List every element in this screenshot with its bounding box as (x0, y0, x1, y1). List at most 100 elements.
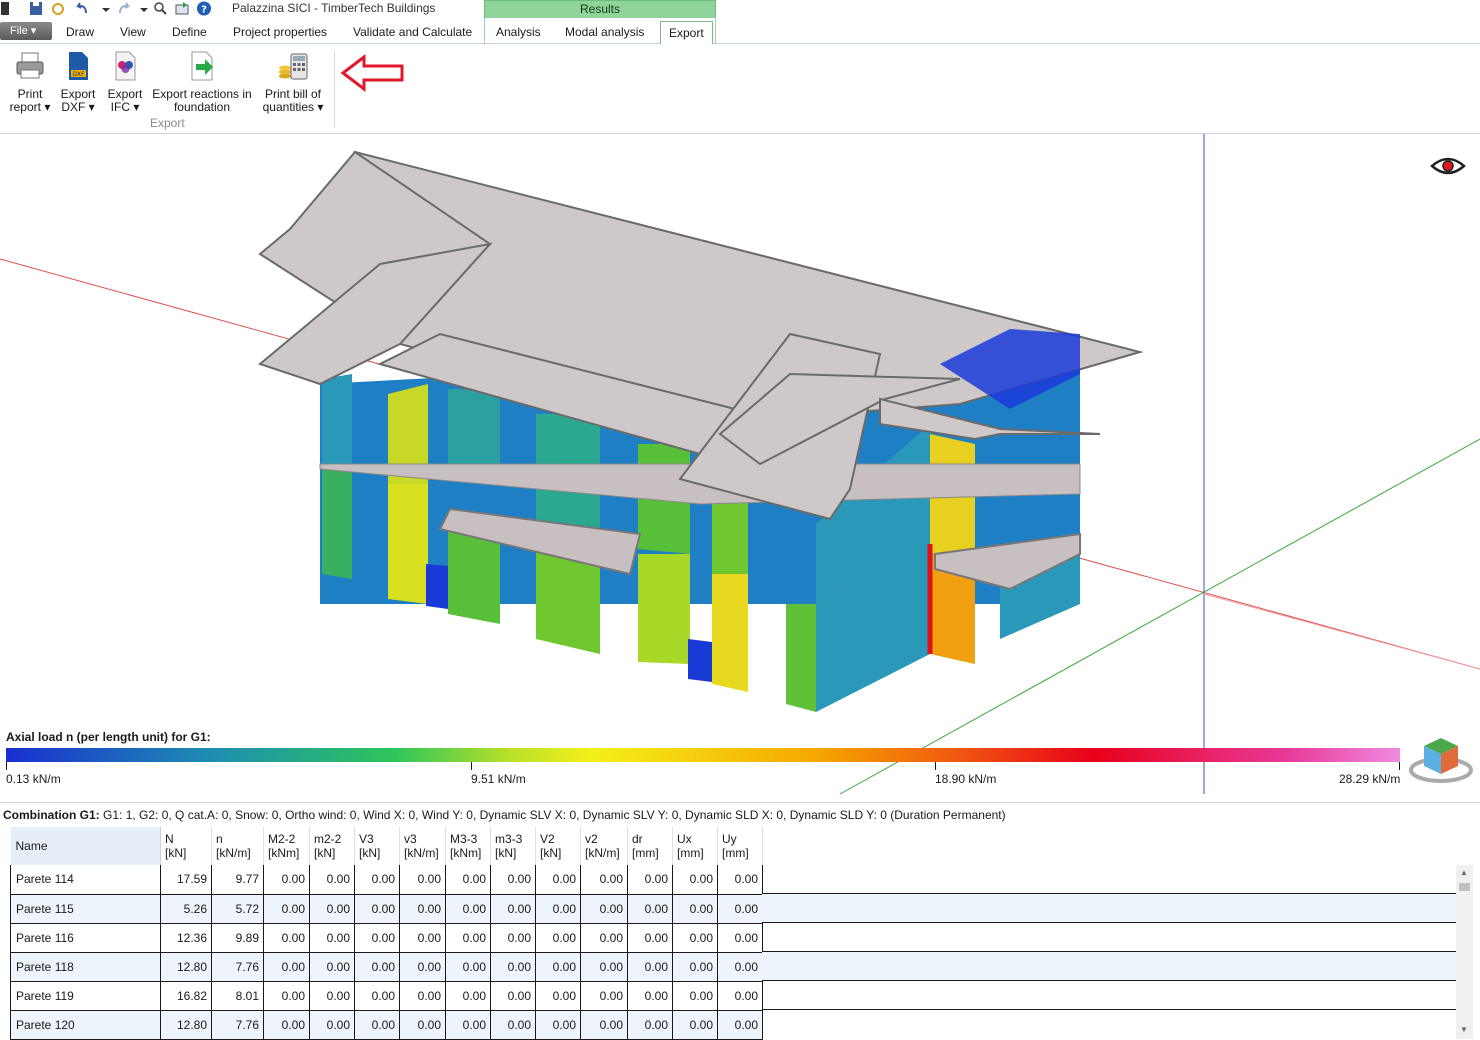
cell[interactable]: 0.00 (627, 1010, 673, 1040)
cell[interactable]: 0.00 (399, 894, 446, 924)
print-bill-of-quantities-button[interactable]: Print bill of quantities ▾ (260, 50, 326, 114)
column-header[interactable]: v2 [kN/m] (580, 827, 628, 865)
cell[interactable]: 0.00 (717, 1010, 763, 1040)
cell[interactable]: 7.76 (211, 952, 264, 982)
cell[interactable]: 0.00 (535, 952, 581, 982)
cell[interactable]: 0.00 (354, 1010, 400, 1040)
cell[interactable]: 5.72 (211, 894, 264, 924)
cell[interactable]: 0.00 (627, 952, 673, 982)
cell[interactable]: 16.82 (160, 981, 212, 1011)
cell[interactable]: 0.00 (627, 981, 673, 1011)
cell[interactable]: 0.00 (490, 952, 536, 982)
cell[interactable]: 0.00 (535, 865, 581, 895)
cell[interactable]: 0.00 (627, 865, 673, 895)
app-icon[interactable] (0, 1, 16, 16)
table-vertical-scrollbar[interactable]: ▲ ▼ (1456, 865, 1473, 1039)
cell[interactable]: 0.00 (399, 952, 446, 982)
cell-name[interactable]: Parete 116 (10, 923, 161, 953)
cell-name[interactable]: Parete 120 (10, 1010, 161, 1040)
cell[interactable]: 0.00 (490, 894, 536, 924)
cell[interactable]: 17.59 (160, 865, 212, 895)
cell[interactable]: 0.00 (445, 894, 491, 924)
zoom-icon[interactable] (152, 1, 168, 16)
column-header-name[interactable]: Name (10, 827, 161, 865)
refresh-icon[interactable] (50, 1, 66, 16)
cell[interactable]: 0.00 (580, 865, 628, 895)
cell[interactable]: 0.00 (263, 1010, 310, 1040)
cell[interactable]: 0.00 (399, 981, 446, 1011)
undo-icon[interactable] (74, 1, 90, 16)
cell[interactable]: 0.00 (354, 894, 400, 924)
cell[interactable]: 0.00 (672, 1010, 718, 1040)
cell[interactable]: 0.00 (627, 923, 673, 953)
tab-export[interactable]: Export (660, 21, 713, 45)
column-header[interactable]: dr [mm] (627, 827, 673, 865)
cell[interactable]: 0.00 (580, 1010, 628, 1040)
column-header[interactable]: N [kN] (160, 827, 212, 865)
cell[interactable]: 0.00 (354, 952, 400, 982)
view-cube-icon[interactable] (1408, 734, 1474, 784)
model-viewport[interactable]: Axial load n (per length unit) for G1: 0… (0, 134, 1480, 802)
cell[interactable]: 12.80 (160, 952, 212, 982)
cell[interactable]: 0.00 (445, 1010, 491, 1040)
cell-name[interactable]: Parete 118 (10, 952, 161, 982)
table-row[interactable]: Parete 115 5.26 5.72 0.00 0.00 0.00 0.00… (10, 894, 763, 924)
cell[interactable]: 9.89 (211, 923, 264, 953)
cell-name[interactable]: Parete 119 (10, 981, 161, 1011)
column-header[interactable]: v3 [kN/m] (399, 827, 446, 865)
scroll-up-icon[interactable]: ▲ (1460, 868, 1468, 877)
cell[interactable]: 0.00 (580, 952, 628, 982)
column-header[interactable]: m2-2 [kN] (309, 827, 355, 865)
export-dxf-button[interactable]: DXF Export DXF ▾ (58, 50, 98, 114)
column-header[interactable]: Uy [mm] (717, 827, 763, 865)
column-header[interactable]: M2-2 [kNm] (263, 827, 310, 865)
column-header[interactable]: n [kN/m] (211, 827, 264, 865)
cell[interactable]: 0.00 (445, 981, 491, 1011)
cell[interactable]: 0.00 (535, 1010, 581, 1040)
cell[interactable]: 0.00 (717, 952, 763, 982)
scroll-down-icon[interactable]: ▼ (1460, 1025, 1468, 1034)
cell[interactable]: 0.00 (717, 894, 763, 924)
cell[interactable]: 0.00 (580, 923, 628, 953)
cell[interactable]: 0.00 (309, 865, 355, 895)
cell[interactable]: 0.00 (672, 923, 718, 953)
redo-dropdown-icon[interactable] (136, 1, 152, 16)
eye-toggle-icon[interactable] (1430, 154, 1466, 178)
column-header[interactable]: M3-3 [kNm] (445, 827, 491, 865)
export-reactions-button[interactable]: Export reactions in foundation (150, 50, 254, 114)
cell[interactable]: 0.00 (399, 865, 446, 895)
cell-name[interactable]: Parete 114 (10, 865, 161, 895)
cell[interactable]: 0.00 (309, 923, 355, 953)
cell[interactable]: 0.00 (309, 894, 355, 924)
cell[interactable]: 0.00 (445, 952, 491, 982)
cell[interactable]: 0.00 (535, 981, 581, 1011)
cell[interactable]: 0.00 (445, 923, 491, 953)
column-header[interactable]: V2 [kN] (535, 827, 581, 865)
cell[interactable]: 0.00 (717, 981, 763, 1011)
cell[interactable]: 0.00 (672, 981, 718, 1011)
cell[interactable]: 0.00 (580, 894, 628, 924)
tab-modal-analysis[interactable]: Modal analysis (557, 21, 652, 44)
cell[interactable]: 0.00 (580, 981, 628, 1011)
cell[interactable]: 0.00 (672, 952, 718, 982)
cell[interactable]: 0.00 (490, 981, 536, 1011)
cell[interactable]: 12.80 (160, 1010, 212, 1040)
tab-project-properties[interactable]: Project properties (225, 21, 335, 44)
cell[interactable]: 0.00 (399, 1010, 446, 1040)
scrollbar-thumb[interactable] (1459, 883, 1470, 891)
tab-validate-and-calculate[interactable]: Validate and Calculate (345, 21, 480, 44)
column-header[interactable]: m3-3 [kN] (490, 827, 536, 865)
tab-view[interactable]: View (112, 21, 154, 44)
table-row[interactable]: Parete 118 12.80 7.76 0.00 0.00 0.00 0.0… (10, 952, 763, 982)
cell[interactable]: 0.00 (354, 981, 400, 1011)
cell[interactable]: 0.00 (263, 952, 310, 982)
cell[interactable]: 0.00 (399, 923, 446, 953)
table-row[interactable]: Parete 114 17.59 9.77 0.00 0.00 0.00 0.0… (10, 865, 763, 895)
cell[interactable]: 0.00 (309, 1010, 355, 1040)
cell[interactable]: 0.00 (263, 894, 310, 924)
save-icon[interactable] (28, 1, 44, 16)
cell[interactable]: 0.00 (535, 923, 581, 953)
help-icon[interactable]: ? (196, 1, 212, 16)
column-header[interactable]: Ux [mm] (672, 827, 718, 865)
cell[interactable]: 8.01 (211, 981, 264, 1011)
